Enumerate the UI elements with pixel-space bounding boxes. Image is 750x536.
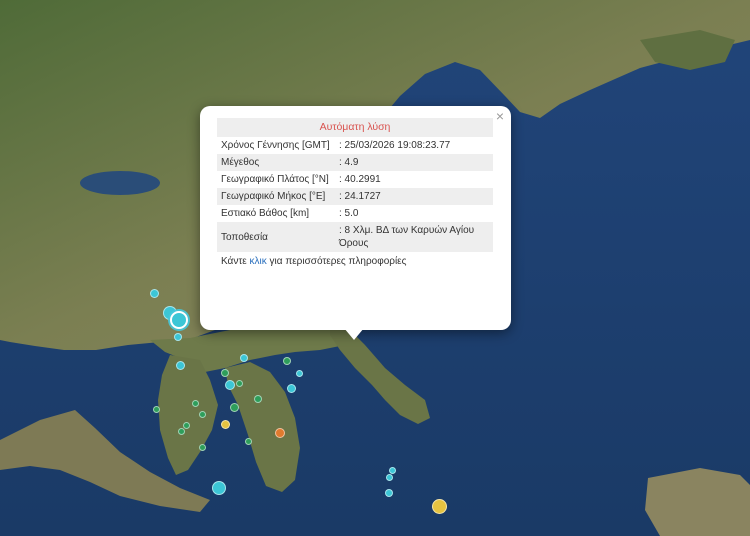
earthquake-info-popup: × Αυτόματη λύση Χρόνος Γέννησης [GMT] : … xyxy=(200,106,511,330)
earthquake-marker[interactable] xyxy=(174,333,182,341)
earthquake-marker[interactable] xyxy=(386,474,393,481)
row-value: : 5.0 xyxy=(339,208,359,219)
earthquake-marker[interactable] xyxy=(245,438,252,445)
map[interactable]: × Αυτόματη λύση Χρόνος Γέννησης [GMT] : … xyxy=(0,0,750,536)
row-label: Τοποθεσία xyxy=(217,222,335,252)
row-value: : 4.9 xyxy=(335,154,493,171)
earthquake-marker[interactable] xyxy=(283,357,291,365)
earthquake-marker[interactable] xyxy=(389,467,396,474)
earthquake-marker[interactable] xyxy=(176,361,185,370)
row-value: : 40.2991 xyxy=(339,174,381,185)
earthquake-marker[interactable] xyxy=(240,354,248,362)
row-label: Μέγεθος xyxy=(217,154,335,171)
earthquake-marker[interactable] xyxy=(178,428,185,435)
table-row: Μέγεθος : 4.9 xyxy=(217,154,493,171)
earthquake-marker[interactable] xyxy=(212,481,226,495)
earthquake-marker[interactable] xyxy=(236,380,243,387)
close-icon[interactable]: × xyxy=(496,109,504,123)
row-label: Εστιακό Βάθος [km] xyxy=(221,208,310,219)
selected-earthquake-marker[interactable] xyxy=(170,311,188,329)
table-row: Γεωγραφικό Πλάτος [°N] : 40.2991 xyxy=(217,171,493,188)
table-row: Χρόνος Γέννησης [GMT] : 25/03/2026 19:08… xyxy=(217,137,493,154)
earthquake-marker[interactable] xyxy=(296,370,303,377)
earthquake-marker[interactable] xyxy=(221,420,230,429)
earthquake-marker[interactable] xyxy=(183,422,190,429)
table-row: Γεωγραφικό Μήκος [°E] : 24.1727 xyxy=(217,188,493,205)
earthquake-marker[interactable] xyxy=(385,489,393,497)
earthquake-marker[interactable] xyxy=(254,395,262,403)
popup-title-row: Αυτόματη λύση xyxy=(217,118,493,137)
table-row: Εστιακό Βάθος [km] : 5.0 xyxy=(217,205,493,222)
popup-pointer xyxy=(344,328,364,340)
row-label: Γεωγραφικό Μήκος [°E] xyxy=(217,188,335,205)
footer-suffix: για περισσότερες πληροφορίες xyxy=(269,256,407,267)
earthquake-marker[interactable] xyxy=(275,428,285,438)
earthquake-info-table: Αυτόματη λύση Χρόνος Γέννησης [GMT] : 25… xyxy=(217,118,493,252)
row-label: Γεωγραφικό Πλάτος [°N] xyxy=(221,174,329,185)
earthquake-marker[interactable] xyxy=(192,400,199,407)
earthquake-marker[interactable] xyxy=(432,499,447,514)
earthquake-marker[interactable] xyxy=(150,289,159,298)
row-value: : 25/03/2026 19:08:23.77 xyxy=(339,140,451,151)
earthquake-marker[interactable] xyxy=(230,403,239,412)
lake xyxy=(80,171,160,195)
row-value: : 8 Χλμ. ΒΔ των Καρυών Αγίου Όρους xyxy=(335,222,493,252)
popup-title: Αυτόματη λύση xyxy=(217,118,493,137)
row-value: : 24.1727 xyxy=(335,188,493,205)
earthquake-marker[interactable] xyxy=(153,406,160,413)
footer-prefix: Κάντε xyxy=(221,256,247,267)
row-label: Χρόνος Γέννησης [GMT] xyxy=(221,140,330,151)
earthquake-marker[interactable] xyxy=(221,369,229,377)
earthquake-marker[interactable] xyxy=(287,384,296,393)
table-row: Τοποθεσία : 8 Χλμ. ΒΔ των Καρυών Αγίου Ό… xyxy=(217,222,493,252)
earthquake-marker[interactable] xyxy=(199,411,206,418)
earthquake-marker[interactable] xyxy=(199,444,206,451)
island-southeast xyxy=(645,468,750,536)
popup-footer: Κάντε κλικ για περισσότερες πληροφορίες xyxy=(217,252,494,267)
more-info-link[interactable]: κλικ xyxy=(250,256,267,267)
earthquake-marker[interactable] xyxy=(225,380,235,390)
